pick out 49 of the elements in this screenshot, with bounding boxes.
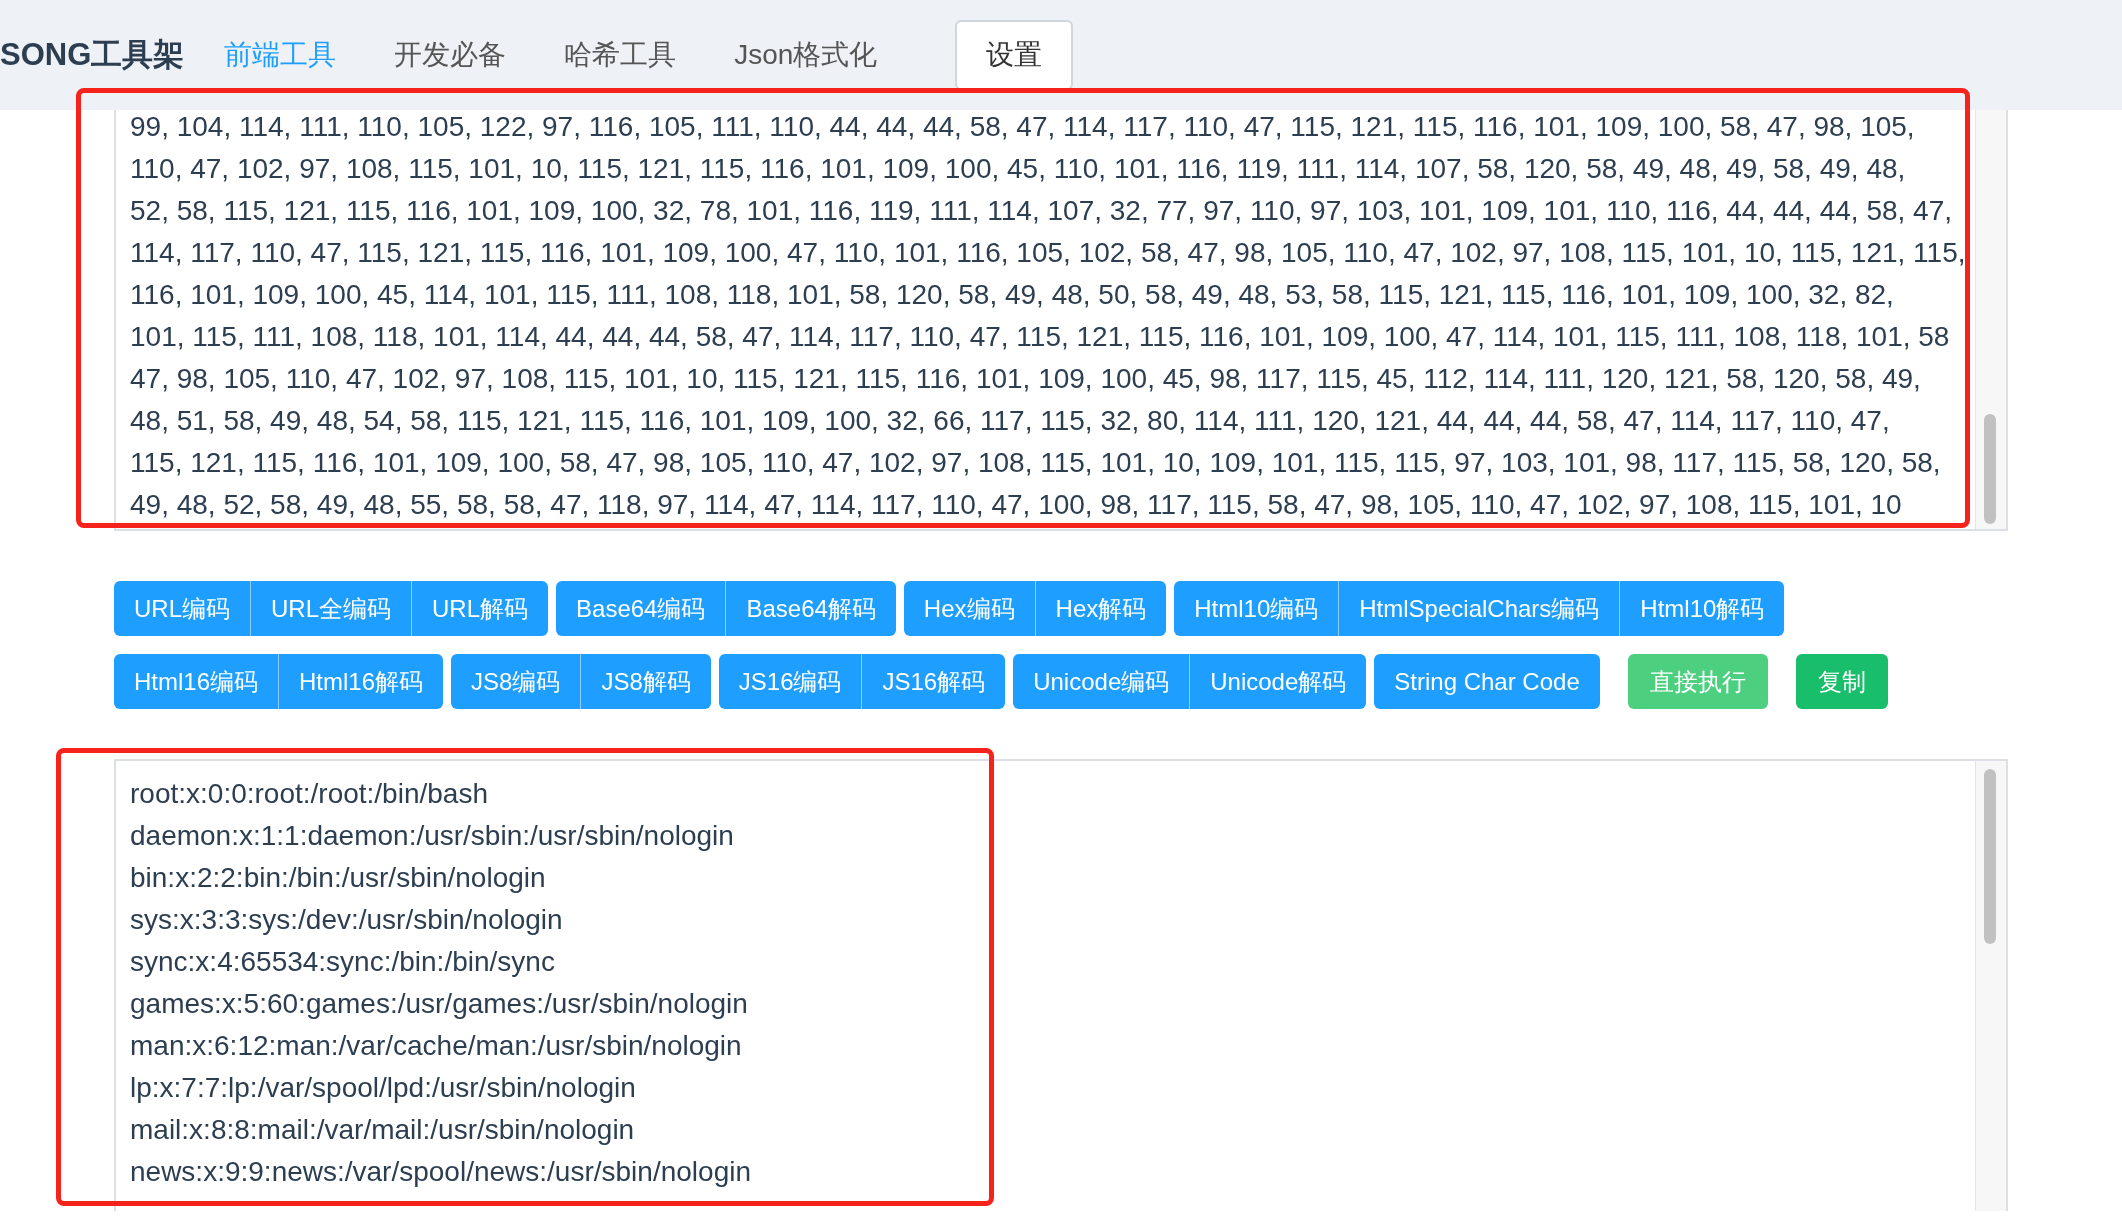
code-line: 99, 104, 114, 111, 110, 105, 122, 97, 116, 105, 111, 110, 44, 44, 44, 58, 47, 114, 117, 110, 47, 115, 121, 115, 116, 101, 109, 100, 58, 47, 98, 105,	[130, 110, 1916, 144]
action-button[interactable]: Hex解码	[1035, 581, 1167, 636]
code-line: 110, 47, 102, 97, 108, 115, 101, 10, 115, 121, 115, 116, 101, 109, 100, 45, 110, 101, 116, 119, 111, 114, 107, 58, 120, 58, 49, 48, 49, 58, 49, 48,	[130, 152, 1907, 186]
output-line: daemon:x:1:1:daemon:/usr/sbin:/usr/sbin/nologin	[130, 819, 735, 853]
action-button[interactable]: JS8解码	[581, 654, 711, 709]
action-button[interactable]: Unicode编码	[1013, 654, 1191, 709]
action-button[interactable]: URL全编码	[251, 581, 413, 636]
action-button[interactable]: Html16解码	[279, 654, 444, 709]
code-line: 114, 117, 110, 47, 115, 121, 115, 116, 101, 109, 100, 47, 110, 101, 116, 105, 102, 58, 47, 98, 105, 110, 47, 102, 97, 108, 115, 101, 10, 115, 121, 115,	[130, 236, 1967, 270]
nav-tab[interactable]: 前端工具	[224, 32, 337, 78]
action-button[interactable]: Html10编码	[1174, 581, 1340, 636]
output-textarea[interactable]	[114, 759, 2008, 1211]
output-line: lp:x:7:7:lp:/var/spool/lpd:/usr/sbin/nologin	[130, 1071, 637, 1105]
code-line: 52, 58, 115, 121, 115, 116, 101, 109, 100, 32, 78, 101, 116, 119, 111, 114, 107, 32, 77, 97, 110, 97, 103, 101, 109, 101, 110, 116, 44, 44, 44, 58, 47,	[130, 194, 1953, 228]
action-button[interactable]: 复制	[1795, 654, 1888, 709]
output-line: sys:x:3:3:sys:/dev:/usr/sbin/nologin	[130, 903, 564, 937]
nav-tab[interactable]: Json格式化	[734, 32, 878, 78]
output-line: news:x:9:9:news:/var/spool/news:/usr/sbin/nologin	[130, 1155, 752, 1189]
action-button[interactable]: Unicode解码	[1190, 654, 1367, 709]
action-button[interactable]: Hex编码	[903, 581, 1036, 636]
action-button[interactable]: URL解码	[412, 581, 549, 636]
output-line: man:x:6:12:man:/var/cache/man:/usr/sbin/nologin	[130, 1029, 743, 1063]
output-line: root:x:0:0:root:/root:/bin/bash	[130, 777, 489, 811]
code-line: 115, 121, 115, 116, 101, 109, 100, 58, 47, 98, 105, 110, 47, 102, 97, 108, 115, 101, 10, 109, 101, 115, 115, 97, 103, 101, 98, 117, 115, 58, 120, 58,	[130, 446, 1942, 480]
scrollbar[interactable]	[1975, 761, 2006, 1211]
action-button[interactable]: JS8编码	[451, 654, 582, 709]
action-button[interactable]: JS16解码	[862, 654, 1006, 709]
action-button[interactable]: Html16编码	[114, 654, 280, 709]
action-button[interactable]: Base64编码	[556, 581, 727, 636]
code-line: 101, 115, 111, 108, 118, 101, 114, 44, 44, 44, 58, 47, 114, 117, 110, 47, 115, 121, 115, 116, 101, 109, 100, 47, 114, 101, 115, 111, 108, 118, 101, 58	[130, 320, 1951, 354]
action-button[interactable]: URL编码	[114, 581, 251, 636]
action-button[interactable]: Base64解码	[726, 581, 896, 636]
output-line: mail:x:8:8:mail:/var/mail:/usr/sbin/nologin	[130, 1113, 636, 1147]
action-button[interactable]: String Char Code	[1374, 654, 1600, 709]
action-button[interactable]: HtmlSpecialChars编码	[1339, 581, 1621, 636]
output-line: games:x:5:60:games:/usr/games:/usr/sbin/nologin	[130, 987, 749, 1021]
nav-tab[interactable]: 开发必备	[394, 32, 507, 78]
code-line: 49, 48, 52, 58, 49, 48, 55, 58, 58, 47, 118, 97, 114, 47, 114, 117, 110, 47, 100, 98, 117, 115, 58, 47, 98, 105, 110, 47, 102, 97, 108, 115, 101, 10	[130, 488, 1903, 522]
settings-button[interactable]: 设置	[955, 20, 1074, 90]
action-button[interactable]: JS16编码	[718, 654, 863, 709]
output-line: sync:x:4:65534:sync:/bin:/bin/sync	[130, 945, 556, 979]
logo-text: SONG工具架	[0, 36, 185, 74]
code-line: 116, 101, 109, 100, 45, 114, 101, 115, 111, 108, 118, 101, 58, 120, 58, 49, 48, 50, 58, 49, 48, 53, 58, 115, 121, 115, 116, 101, 109, 100, 32, 82,	[130, 278, 1895, 312]
action-button[interactable]: 直接执行	[1627, 654, 1768, 709]
output-line: bin:x:2:2:bin:/bin:/usr/sbin/nologin	[130, 861, 547, 895]
code-line: 48, 51, 58, 49, 48, 54, 58, 115, 121, 115, 116, 101, 109, 100, 32, 66, 117, 115, 32, 80, 114, 111, 120, 121, 44, 44, 44, 58, 47, 114, 117, 110, 47,	[130, 404, 1891, 438]
action-button[interactable]: Html10解码	[1620, 581, 1785, 636]
code-line: 47, 98, 105, 110, 47, 102, 97, 108, 115, 101, 10, 115, 121, 115, 116, 101, 109, 100, 45, 98, 117, 115, 45, 112, 114, 111, 120, 121, 58, 120, 58, 49,	[130, 362, 1922, 396]
nav-tab[interactable]: 哈希工具	[564, 32, 677, 78]
